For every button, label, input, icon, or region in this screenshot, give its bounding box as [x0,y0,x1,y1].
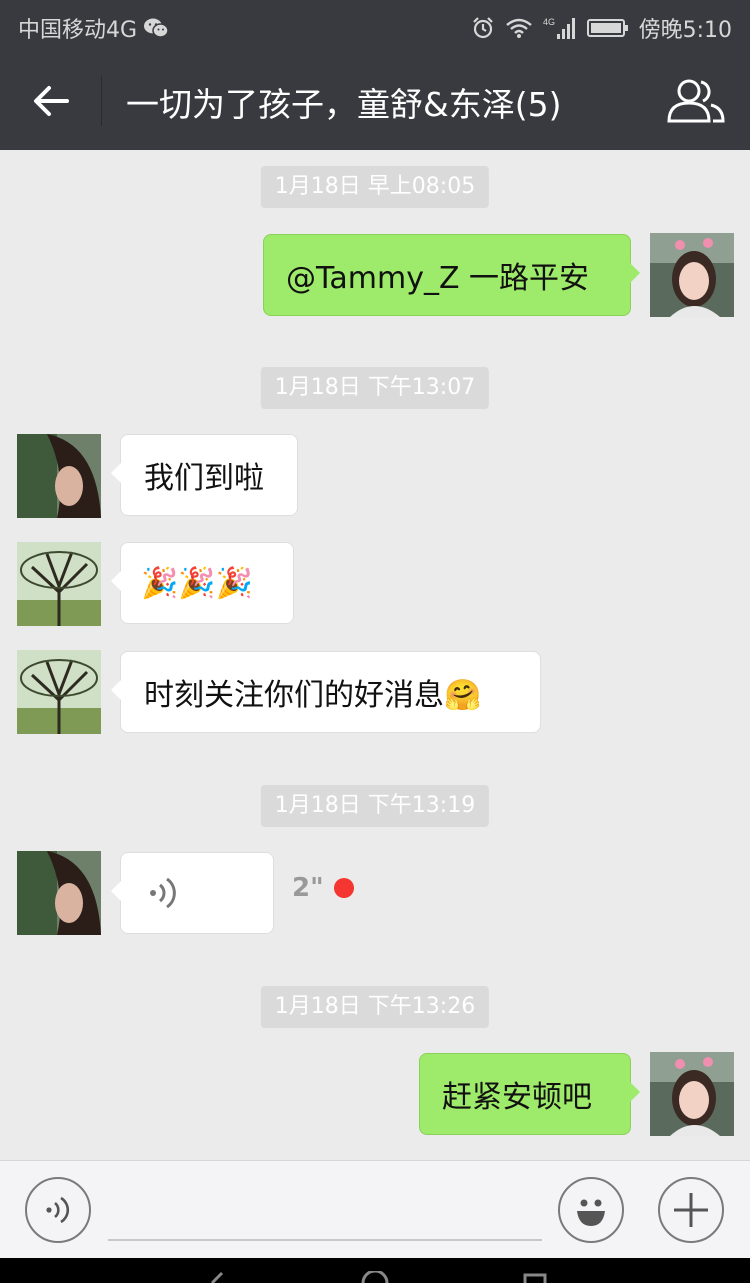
avatar-member-a-image [17,434,101,518]
message-timestamp: 1月18日 下午13:26 [260,986,490,1028]
status-bar: 中国移动4G 4G 傍晚5:10 [0,0,750,52]
input-bar [0,1160,750,1258]
avatar-member-b-image [17,650,101,734]
network-type-label: 4G [543,17,555,27]
avatar-member-a[interactable] [17,434,101,518]
incoming-message-bubble[interactable]: 🎉🎉🎉 [111,542,294,624]
voice-input-button[interactable] [25,1177,91,1243]
back-arrow-icon [34,86,69,116]
avatar-self-image [650,233,734,317]
plus-icon [674,1193,708,1227]
alarm-icon [472,17,493,39]
message-text: 我们到啦 [144,461,264,496]
more-options-button[interactable] [658,1177,724,1243]
message-timestamp: 1月18日 下午13:19 [260,785,490,827]
avatar-member-a[interactable] [17,851,101,935]
message-text: @Tammy_Z 一路平安 [286,261,590,296]
wifi-icon [505,18,532,38]
status-right-group: 4G 傍晚5:10 [471,12,732,44]
back-button[interactable] [22,72,80,130]
outgoing-message-bubble[interactable]: 赶紧安顿吧 [419,1053,640,1135]
title-bar: 一切为了孩子，童舒&东泽(5) [0,52,750,150]
message-timestamp: 1月18日 早上08:05 [260,166,490,208]
wechat-icon [144,18,169,38]
incoming-message-bubble[interactable]: 时刻关注你们的好消息🤗 [111,651,541,733]
smiley-icon [577,1199,605,1226]
clock-label: 傍晚5:10 [638,18,732,43]
outgoing-message-bubble[interactable]: @Tammy_Z 一路平安 [263,234,640,316]
nav-home-icon[interactable] [355,1271,395,1283]
title-divider [101,76,102,126]
message-text: 🎉🎉🎉 [141,565,254,601]
carrier-label: 中国移动4G [18,18,138,43]
avatar-self[interactable] [650,1052,734,1136]
avatar-member-b[interactable] [17,542,101,626]
emoji-button[interactable] [558,1177,624,1243]
nav-recents-icon[interactable] [515,1271,555,1283]
avatar-member-b-image [17,542,101,626]
message-timestamp: 1月18日 下午13:07 [260,367,490,409]
voice-icon [46,1196,70,1224]
carrier-group: 中国移动4G [18,12,169,44]
battery-icon [586,19,628,37]
avatar-self-image [650,1052,734,1136]
voice-duration: 2" [292,873,324,903]
system-nav-bar [0,1258,750,1283]
group-members-button[interactable] [664,74,728,128]
avatar-member-a-image [17,851,101,935]
message-input[interactable] [108,1181,542,1241]
chat-title: 一切为了孩子，童舒&东泽(5) [126,85,562,124]
avatar-self[interactable] [650,233,734,317]
nav-back-icon[interactable] [200,1271,240,1283]
message-text: 时刻关注你们的好消息🤗 [144,678,482,713]
voice-wave-icon [150,877,176,909]
signal-icon: 4G [543,17,575,39]
avatar-member-b[interactable] [17,650,101,734]
message-text: 赶紧安顿吧 [442,1080,592,1115]
voice-message-bubble[interactable] [111,852,274,934]
incoming-message-bubble[interactable]: 我们到啦 [111,434,298,516]
unread-dot [334,878,354,898]
people-icon [667,79,725,123]
